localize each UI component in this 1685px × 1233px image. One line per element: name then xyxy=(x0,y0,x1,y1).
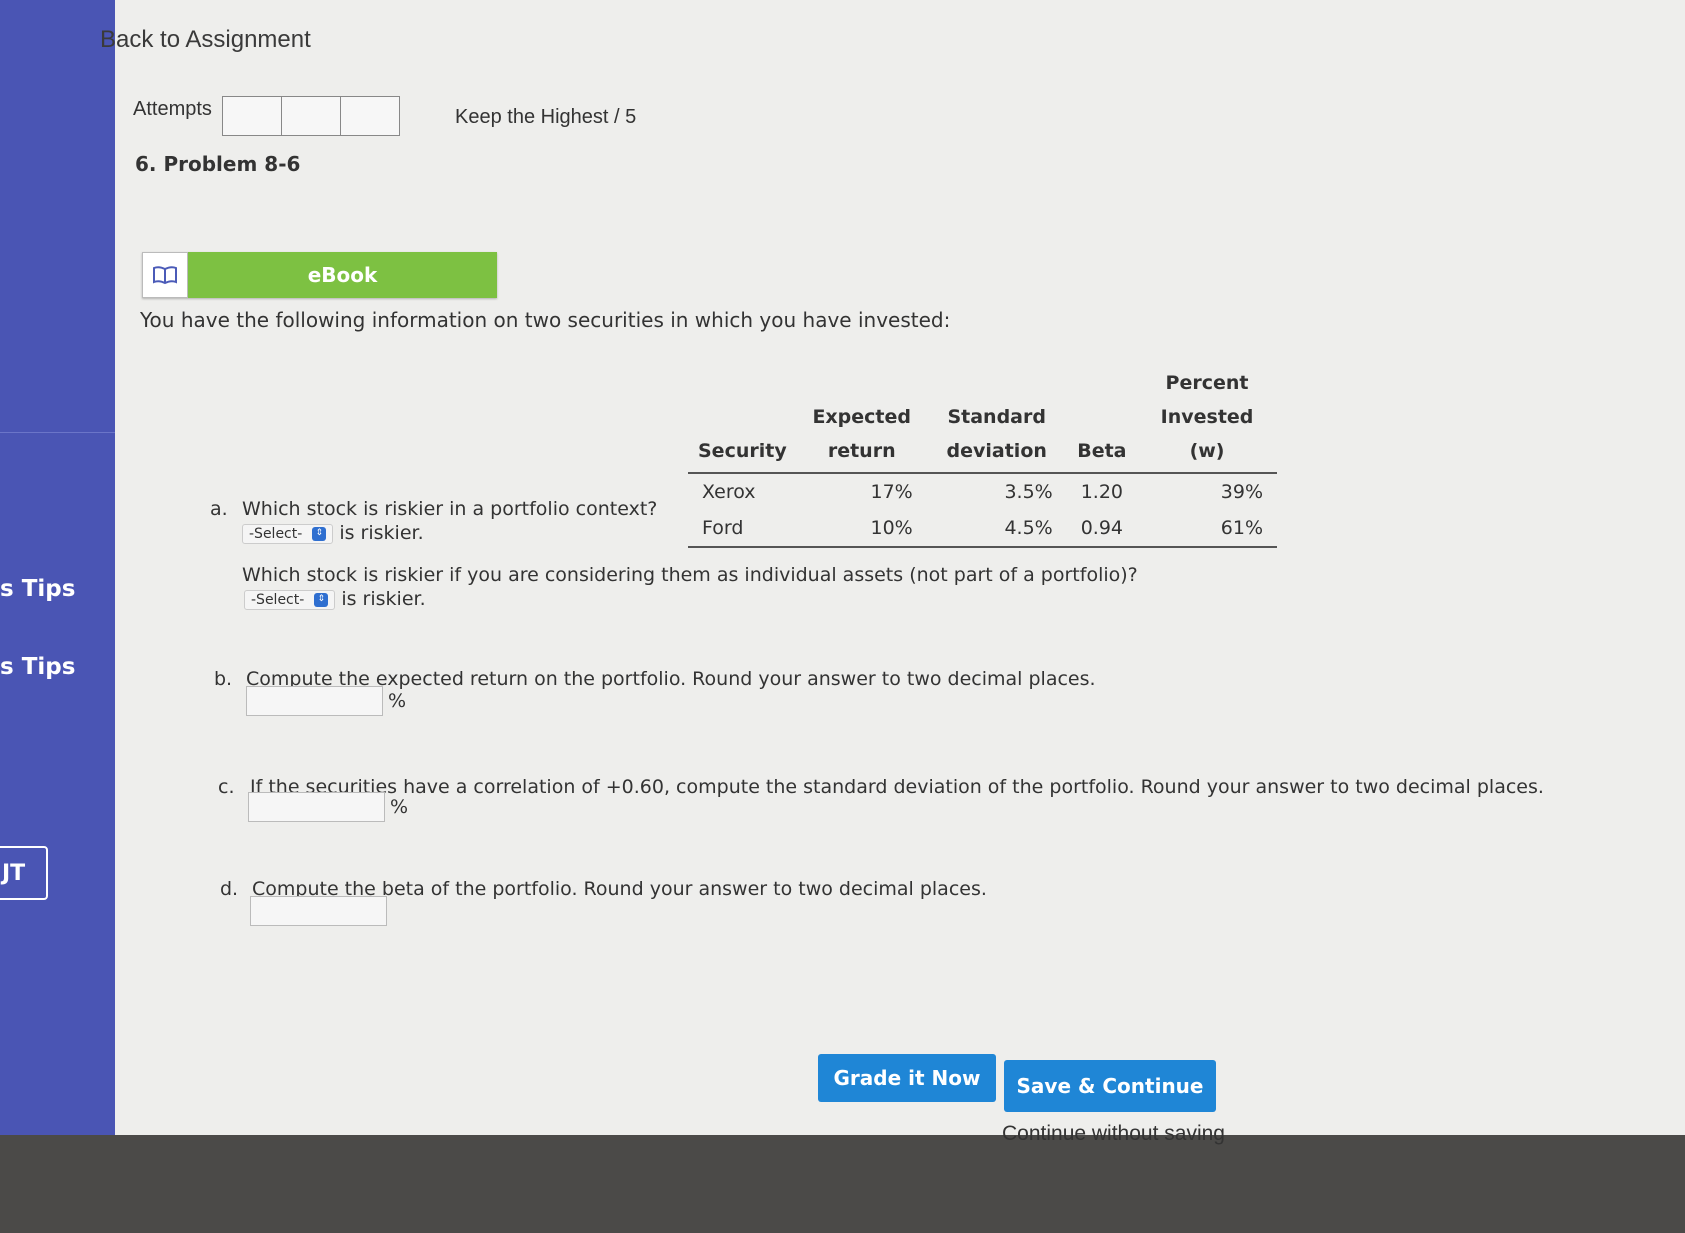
cell-beta: 1.20 xyxy=(1080,481,1124,503)
question-b-letter: b. xyxy=(214,668,233,690)
bottom-bezel xyxy=(0,1135,1685,1233)
chevron-updown-icon: ⇕ xyxy=(314,592,329,607)
cell-expected-return: 17% xyxy=(870,481,913,503)
problem-title: 6. Problem 8-6 xyxy=(135,152,301,176)
back-to-assignment-link[interactable]: Back to Assignment xyxy=(100,26,311,54)
left-sidebar xyxy=(0,0,115,1135)
continue-without-saving-link[interactable]: Continue without saving xyxy=(1002,1122,1225,1146)
cell-percent-invested: 39% xyxy=(1220,481,1264,503)
beta-input[interactable] xyxy=(250,896,387,926)
table-row: Xerox 17% 3.5% 1.20 39% xyxy=(688,473,1277,510)
sidebar-tips-2[interactable]: s Tips xyxy=(0,654,75,680)
book-icon xyxy=(142,252,188,298)
chevron-updown-icon: ⇕ xyxy=(312,526,327,541)
problem-intro: You have the following information on tw… xyxy=(140,308,951,332)
attempt-box xyxy=(341,97,399,135)
select-value: -Select- xyxy=(249,525,303,542)
securities-table: Security Expected return Standard deviat… xyxy=(688,362,1278,548)
riskier-individual-select[interactable]: -Select- ⇕ xyxy=(244,589,336,610)
header-expected-return: Expected return xyxy=(812,406,911,462)
header-standard-deviation: Standard deviation xyxy=(946,406,1047,462)
percent-unit: % xyxy=(388,690,407,712)
attempts-label: Attempts xyxy=(133,98,212,120)
question-a: a. Which stock is riskier in a portfolio … xyxy=(210,498,657,520)
ebook-button[interactable]: eBook xyxy=(188,252,497,298)
cell-percent-invested: 61% xyxy=(1220,517,1264,539)
attempt-box xyxy=(282,97,341,135)
grade-it-now-button[interactable]: Grade it Now xyxy=(818,1054,996,1102)
sidebar-divider xyxy=(0,432,115,433)
cell-security: Xerox xyxy=(702,481,756,503)
table-row: Ford 10% 4.5% 0.94 61% xyxy=(688,510,1278,547)
question-c-text: If the securities have a correlation of … xyxy=(250,776,1544,798)
question-c: c. If the securities have a correlation o… xyxy=(218,776,1544,798)
standard-deviation-input[interactable] xyxy=(248,792,385,822)
question-c-letter: c. xyxy=(218,776,235,798)
sidebar-ut-button[interactable]: JT xyxy=(0,846,48,900)
expected-return-input[interactable] xyxy=(246,686,383,716)
riskier-suffix: is riskier. xyxy=(339,522,424,544)
riskier-suffix: is riskier. xyxy=(341,588,426,610)
question-a-answer-1: -Select- ⇕ is riskier. xyxy=(242,522,424,544)
question-a-answer-2: -Select- ⇕ is riskier. xyxy=(244,588,426,610)
question-d-letter: d. xyxy=(220,878,239,900)
question-a-part-2: Which stock is riskier if you are consid… xyxy=(242,564,1138,586)
attempt-box xyxy=(223,97,282,135)
cell-standard-deviation: 3.5% xyxy=(1004,481,1053,503)
select-value: -Select- xyxy=(251,591,305,608)
cell-standard-deviation: 4.5% xyxy=(1004,517,1053,539)
cell-beta: 0.94 xyxy=(1080,517,1124,539)
save-and-continue-button[interactable]: Save & Continue xyxy=(1004,1060,1216,1112)
sidebar-tips-1[interactable]: s Tips xyxy=(0,576,75,602)
riskier-portfolio-select[interactable]: -Select- ⇕ xyxy=(242,523,334,544)
header-security: Security xyxy=(698,440,787,462)
ebook-bar[interactable]: eBook xyxy=(142,252,497,298)
header-beta: Beta xyxy=(1077,440,1127,462)
header-percent-invested: Percent Invested (w) xyxy=(1160,372,1254,462)
question-a-letter: a. xyxy=(210,498,228,520)
question-a-text: Which stock is riskier in a portfolio co… xyxy=(242,498,658,520)
attempt-boxes xyxy=(222,96,400,136)
keep-highest-label: Keep the Highest / 5 xyxy=(455,106,637,128)
cell-expected-return: 10% xyxy=(870,517,913,539)
cell-security: Ford xyxy=(702,517,744,539)
table-header-row: Security Expected return Standard deviat… xyxy=(688,362,1278,473)
percent-unit: % xyxy=(390,796,409,818)
